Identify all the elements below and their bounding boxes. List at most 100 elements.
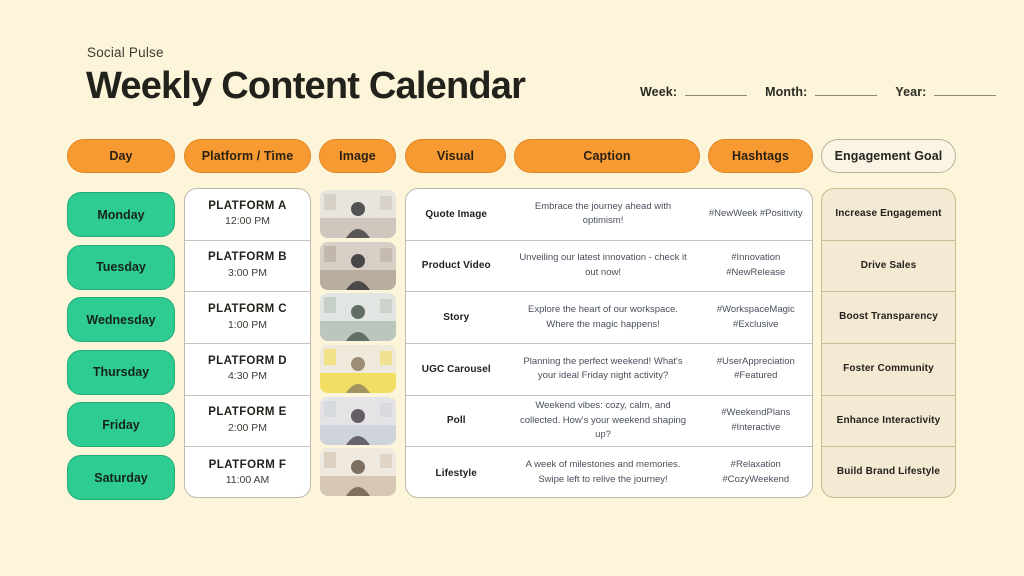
engagement-goal-text: Drive Sales — [860, 259, 917, 271]
content-row[interactable]: Product Video Unveiling our latest innova… — [406, 241, 812, 293]
day-pill[interactable]: Tuesday — [67, 244, 175, 290]
platform-time-row[interactable]: PLATFORM C 1:00 PM — [185, 292, 310, 344]
caption-text: Embrace the journey ahead with optimism! — [534, 200, 672, 227]
visual-type: UGC Carousel — [421, 363, 491, 375]
column-header-caption[interactable]: Caption — [514, 139, 700, 173]
engagement-goal-row[interactable]: Enhance Interactivity — [822, 396, 955, 448]
column-header-engagement-goal[interactable]: Engagement Goal — [821, 139, 956, 173]
platform-time: 1:00 PM — [227, 318, 268, 331]
day-pill[interactable]: Saturday — [67, 455, 175, 500]
column-header-visual[interactable]: Visual — [405, 139, 506, 173]
thumbnail-photo — [320, 396, 396, 445]
day-label: Monday — [97, 207, 145, 222]
year-label: Year: — [895, 85, 927, 99]
column-header-hashtags[interactable]: Hashtags — [708, 139, 813, 173]
year-input[interactable] — [934, 85, 997, 96]
platform-time-row[interactable]: PLATFORM E 2:00 PM — [185, 396, 310, 448]
hashtags-text: #NewWeek #Positivity — [708, 207, 803, 219]
content-row[interactable]: UGC Carousel Planning the perfect weekend… — [406, 344, 812, 396]
day-pill[interactable]: Wednesday — [67, 297, 175, 343]
thumbnail-photo — [320, 448, 396, 497]
week-field[interactable]: Week: — [640, 85, 748, 99]
caption-text: Explore the heart of our workspace. Wher… — [528, 303, 678, 330]
platform-name: PLATFORM B — [207, 251, 288, 264]
week-input[interactable] — [685, 85, 748, 96]
platform-name: PLATFORM F — [208, 458, 287, 471]
thumbnail-photo — [320, 241, 396, 290]
content-thumbnail[interactable] — [320, 396, 396, 445]
brand-label: Social Pulse — [87, 45, 164, 60]
platform-name: PLATFORM D — [207, 354, 288, 367]
content-card: Quote Image Embrace the journey ahead wit… — [405, 188, 813, 498]
day-label: Tuesday — [96, 260, 146, 275]
month-field[interactable]: Month: — [765, 85, 878, 99]
engagement-goal-text: Foster Community — [843, 363, 934, 375]
caption-text: Planning the perfect weekend! What's you… — [523, 355, 683, 382]
month-input[interactable] — [815, 85, 878, 96]
year-field[interactable]: Year: — [895, 85, 997, 99]
platform-time-row[interactable]: PLATFORM F 11:00 AM — [185, 447, 310, 497]
day-label: Friday — [102, 417, 140, 432]
thumbnail-photo — [320, 189, 396, 238]
content-row[interactable]: Lifestyle A week of milestones and memori… — [406, 447, 812, 497]
hashtags-text: #UserAppreciation #Featured — [716, 355, 795, 382]
engagement-goal-text: Increase Engagement — [835, 208, 942, 220]
hashtags-text: #Relaxation #CozyWeekend — [722, 459, 790, 486]
platform-time: 11:00 AM — [225, 474, 270, 487]
platform-name: PLATFORM A — [208, 199, 287, 212]
engagement-goal-text: Enhance Interactivity — [836, 414, 941, 426]
platform-time-row[interactable]: PLATFORM D 4:30 PM — [185, 344, 310, 396]
thumbnail-photo — [320, 344, 396, 393]
column-header-day[interactable]: Day — [67, 139, 175, 173]
engagement-goal-text: Build Brand Lifestyle — [836, 466, 941, 478]
day-label: Saturday — [94, 470, 148, 485]
day-pill[interactable]: Monday — [67, 192, 175, 237]
visual-type: Story — [443, 312, 470, 324]
platform-time: 4:30 PM — [227, 370, 268, 383]
platform-time-row[interactable]: PLATFORM B 3:00 PM — [185, 241, 310, 293]
hashtags-text: #Innovation #NewRelease — [726, 252, 786, 278]
platform-time: 12:00 PM — [225, 215, 270, 228]
content-thumbnail[interactable] — [320, 189, 396, 238]
platform-time: 3:00 PM — [227, 266, 268, 279]
content-row[interactable]: Story Explore the heart of our workspace.… — [406, 292, 812, 344]
calendar-board: Social Pulse Weekly Content Calendar Wee… — [0, 0, 1024, 576]
hashtags-text: #WorkspaceMagic #Exclusive — [716, 303, 795, 330]
content-thumbnail[interactable] — [320, 344, 396, 393]
engagement-goal-row[interactable]: Foster Community — [822, 344, 955, 396]
content-thumbnail[interactable] — [320, 241, 396, 290]
day-label: Wednesday — [86, 312, 156, 327]
platform-name: PLATFORM E — [208, 406, 287, 419]
visual-type: Lifestyle — [435, 467, 477, 479]
engagement-goal-row[interactable]: Drive Sales — [822, 241, 955, 293]
platform-time: 2:00 PM — [227, 421, 268, 434]
visual-type: Product Video — [421, 260, 491, 272]
column-header-image[interactable]: Image — [319, 139, 396, 173]
month-label: Month: — [765, 85, 808, 99]
caption-text: Weekend vibes: cozy, calm, and collected… — [520, 399, 687, 441]
content-thumbnail[interactable] — [320, 448, 396, 497]
day-label: Thursday — [92, 365, 150, 380]
platform-name: PLATFORM C — [207, 303, 288, 316]
page-title: Weekly Content Calendar — [86, 65, 526, 107]
content-thumbnail[interactable] — [320, 293, 396, 342]
platform-time-card: PLATFORM A 12:00 PM PLATFORM B 3:00 PM PLATF… — [184, 188, 311, 498]
platform-time-row[interactable]: PLATFORM A 12:00 PM — [185, 189, 310, 241]
hashtags-text: #WeekendPlans #Interactive — [721, 407, 791, 433]
engagement-goal-row[interactable]: Build Brand Lifestyle — [822, 447, 955, 497]
meta-fields: Week: Month: Year: — [640, 85, 997, 99]
thumbnail-photo — [320, 293, 396, 342]
visual-type: Quote Image — [425, 208, 488, 220]
engagement-goal-card: Increase Engagement Drive Sales Boost Tran… — [821, 188, 956, 498]
engagement-goal-row[interactable]: Increase Engagement — [822, 189, 955, 241]
day-pill[interactable]: Friday — [67, 402, 175, 448]
engagement-goal-text: Boost Transparency — [839, 311, 938, 323]
week-label: Week: — [640, 85, 678, 99]
caption-text: Unveiling our latest innovation - check … — [519, 252, 687, 278]
content-row[interactable]: Poll Weekend vibes: cozy, calm, and colle… — [406, 396, 812, 448]
day-pill[interactable]: Thursday — [67, 349, 175, 395]
visual-type: Poll — [446, 415, 466, 427]
content-row[interactable]: Quote Image Embrace the journey ahead wit… — [406, 189, 812, 241]
column-header-platform[interactable]: Platform / Time — [184, 139, 311, 173]
engagement-goal-row[interactable]: Boost Transparency — [822, 292, 955, 344]
